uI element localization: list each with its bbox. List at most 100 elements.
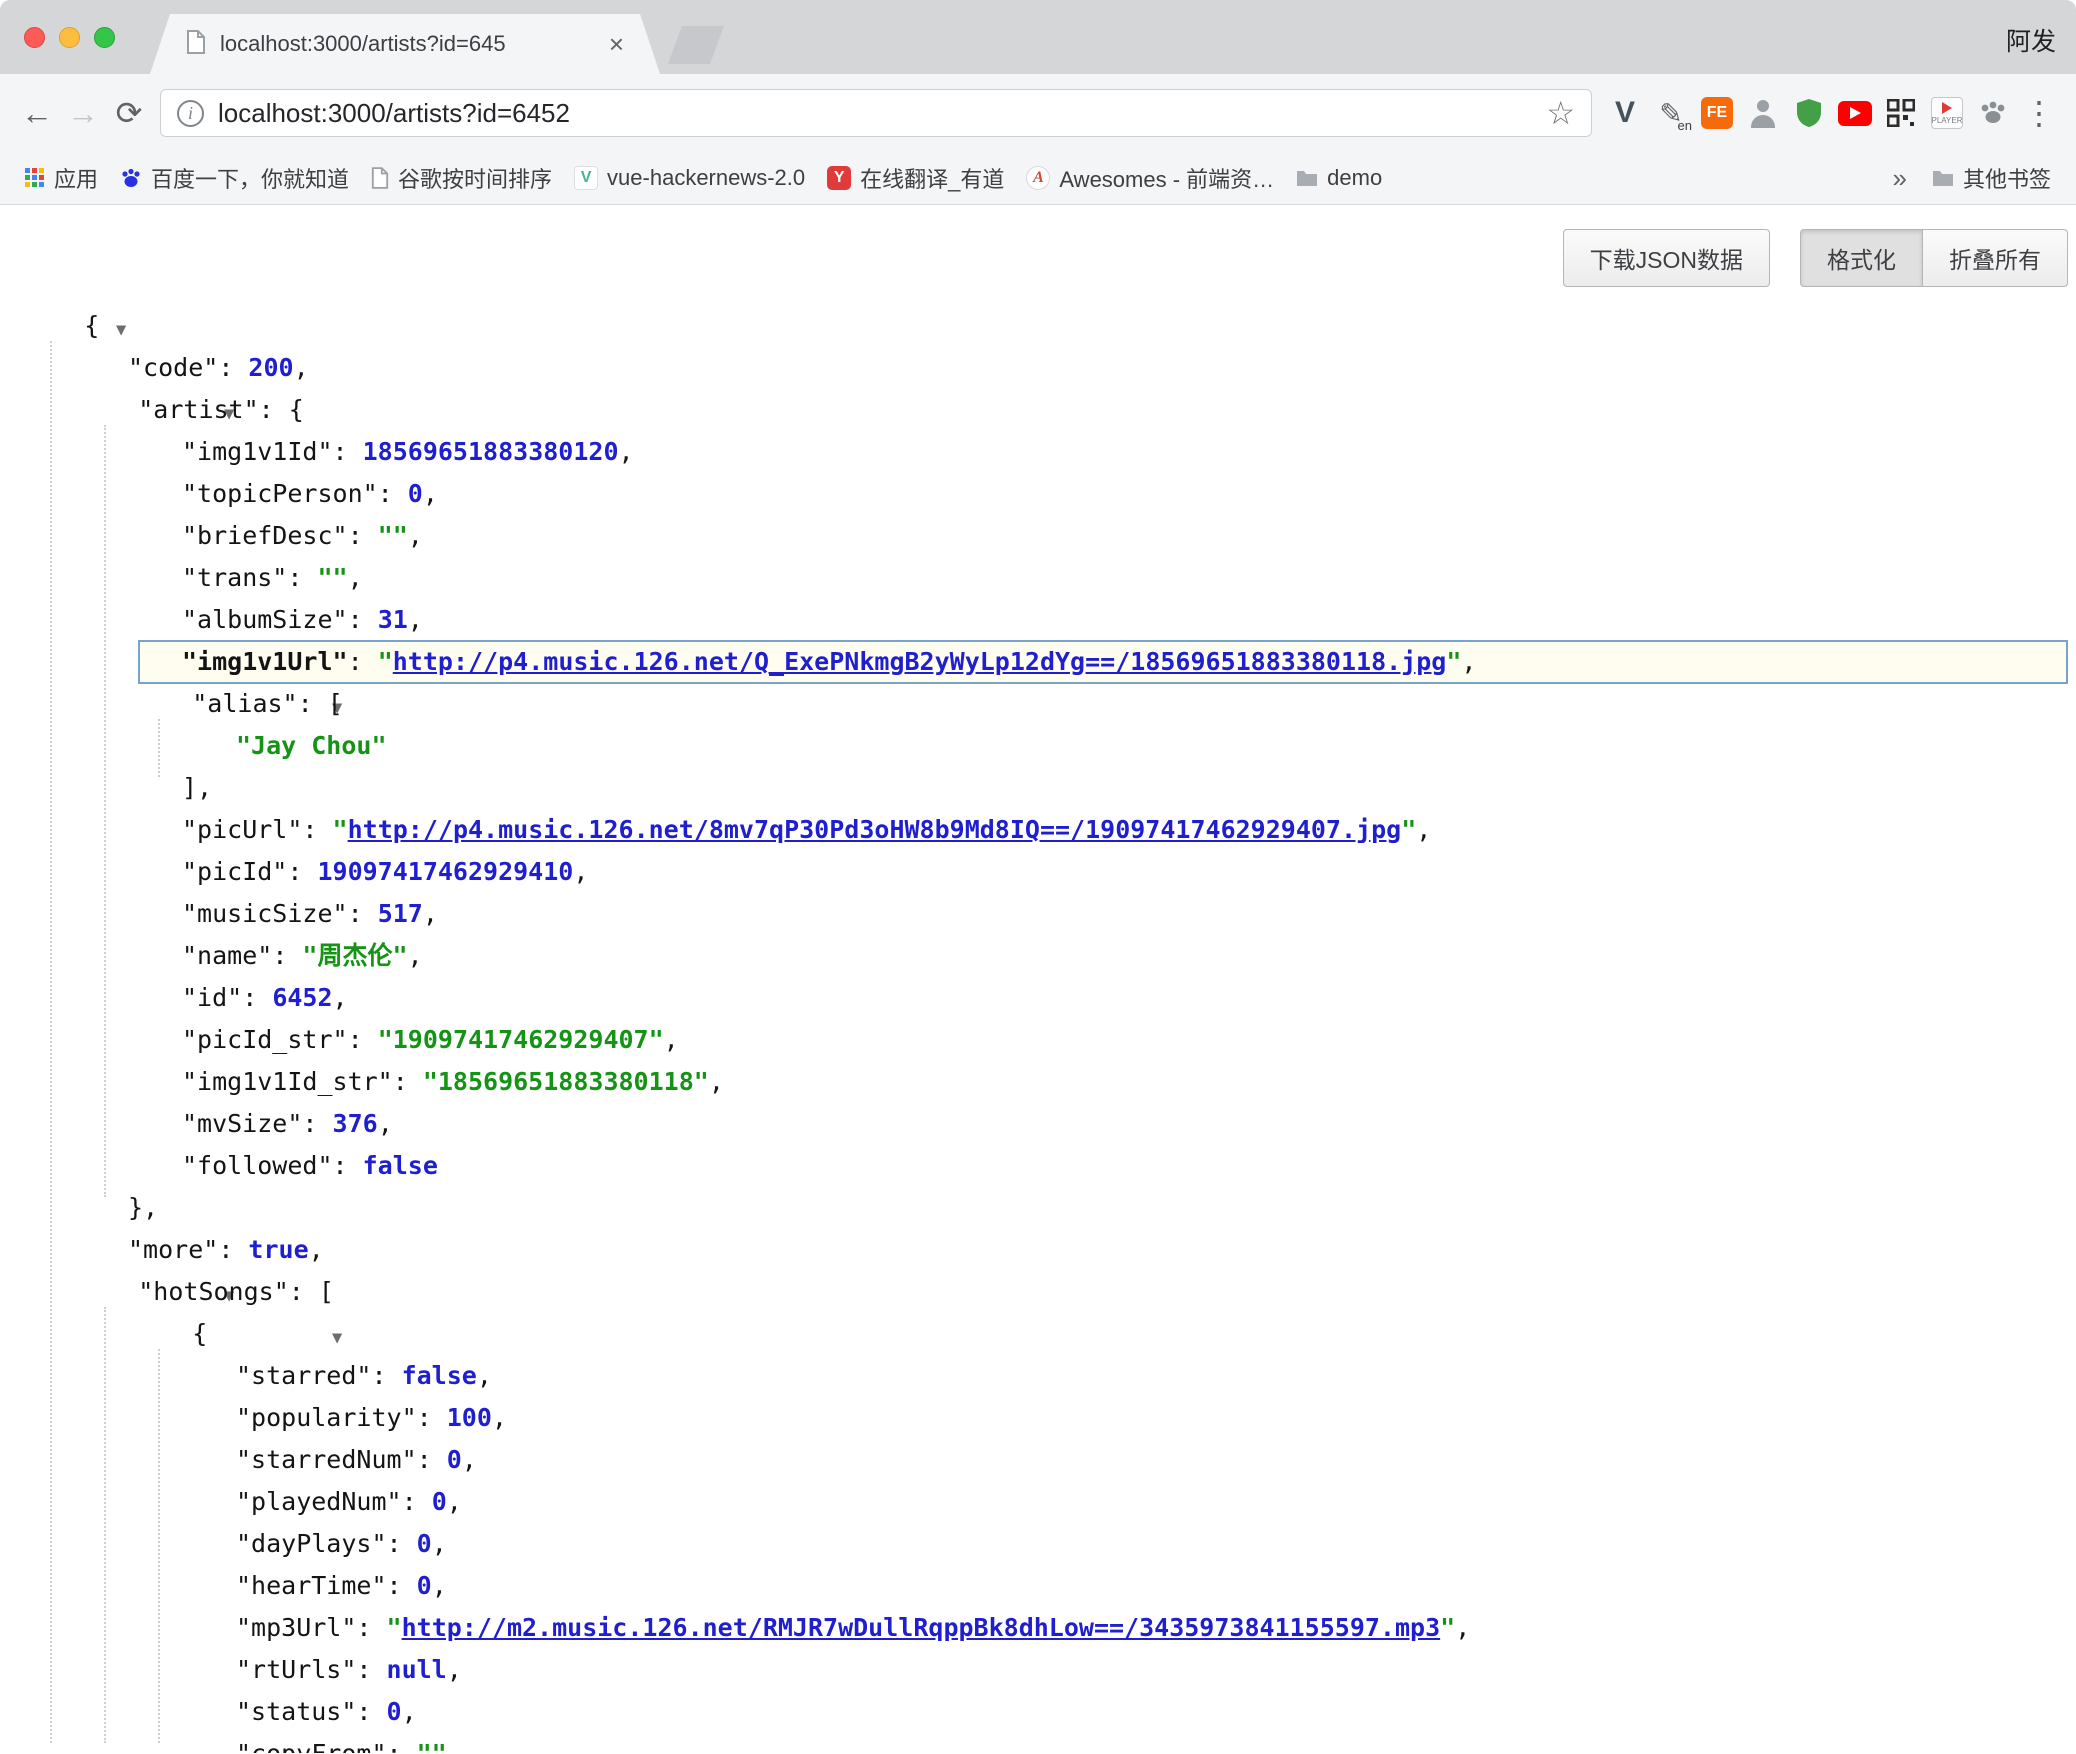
awesomes-icon: A [1026, 166, 1050, 190]
qrcode-icon[interactable] [1878, 89, 1924, 137]
browser-tab[interactable]: localhost:3000/artists?id=645 × [150, 14, 660, 74]
json-punct: : [218, 1235, 248, 1264]
json-punct: , [333, 983, 348, 1012]
json-punct: [ [328, 689, 343, 718]
json-key: "musicSize" [182, 899, 348, 928]
json-key: "picId" [182, 857, 287, 886]
json-punct: : [348, 1025, 378, 1054]
site-info-icon[interactable]: i [177, 100, 204, 127]
json-link-value[interactable]: http://p4.music.126.net/Q_ExePNkmgB2yWyL… [393, 647, 1447, 676]
json-link-value[interactable]: http://p4.music.126.net/8mv7qP30Pd3oHW8b… [348, 815, 1402, 844]
json-punct: : [287, 563, 317, 592]
json-line: "popularity": 100, [0, 1397, 2076, 1439]
profile-icon[interactable] [1740, 89, 1786, 137]
json-number: 31 [378, 605, 408, 634]
bookmark-demo-folder[interactable]: demo [1285, 160, 1393, 196]
fehelper-icon[interactable]: FE [1694, 89, 1740, 137]
json-line: "hearTime": 0, [0, 1565, 2076, 1607]
fullscreen-window-button[interactable] [94, 27, 115, 48]
json-punct: : [333, 437, 363, 466]
bookmark-baidu[interactable]: 百度一下，你就知道 [109, 157, 360, 199]
json-line: "starred": false, [0, 1355, 2076, 1397]
json-punct: : [393, 1067, 423, 1096]
json-punct: { [84, 311, 99, 340]
json-punct: , [492, 1403, 507, 1432]
json-key: "img1v1Id" [182, 437, 333, 466]
close-window-button[interactable] [24, 27, 45, 48]
fehelper-icon-label: FE [1701, 97, 1733, 129]
youtube-icon[interactable] [1832, 89, 1878, 137]
json-literal: false [402, 1361, 477, 1390]
reload-button[interactable]: ⟳ [106, 90, 152, 136]
json-punct: , [447, 1487, 462, 1516]
navigation-bar: ← → ⟳ i localhost:3000/artists?id=6452 ☆… [0, 74, 2076, 152]
apps-grid-icon [25, 168, 45, 188]
json-link-value[interactable]: http://m2.music.126.net/RMJR7wDullRqppBk… [402, 1613, 1441, 1642]
paw-icon[interactable] [1970, 89, 2016, 137]
folder-icon [1932, 169, 1954, 187]
json-punct: , [378, 1109, 393, 1138]
bookmark-apps[interactable]: 应用 [14, 157, 109, 199]
tab-close-icon[interactable]: × [609, 31, 624, 57]
json-key: "img1v1Id_str" [182, 1067, 393, 1096]
bookmark-awesomes[interactable]: A Awesomes - 前端资… [1015, 157, 1285, 199]
json-string: "" [317, 563, 347, 592]
back-button[interactable]: ← [14, 90, 60, 136]
json-number: 376 [333, 1109, 378, 1138]
profile-name[interactable]: 阿发 [2006, 22, 2056, 58]
bookmarks-overflow-chevron[interactable]: » [1879, 163, 1921, 194]
json-punct: : [356, 1655, 386, 1684]
player-icon[interactable]: PLAYER [1924, 89, 1970, 137]
minimize-window-button[interactable] [59, 27, 80, 48]
json-punct: , [432, 1529, 447, 1558]
tab-favicon-page-icon [186, 30, 206, 59]
json-number: 6452 [272, 983, 332, 1012]
json-viewer-toolbar: 下载JSON数据 格式化 折叠所有 [1563, 229, 2068, 287]
json-number: 0 [387, 1697, 402, 1726]
collapse-all-button[interactable]: 折叠所有 [1923, 229, 2068, 287]
other-bookmarks-folder[interactable]: 其他书签 [1921, 157, 2062, 199]
json-punct: [ [319, 1277, 334, 1306]
json-number: 18569651883380120 [363, 437, 619, 466]
bookmark-youdao-translate[interactable]: Y 在线翻译_有道 [816, 157, 1015, 199]
json-key: "starredNum" [236, 1445, 417, 1474]
format-button[interactable]: 格式化 [1800, 229, 1923, 287]
bookmark-google-sort[interactable]: 谷歌按时间排序 [360, 157, 563, 199]
menu-icon[interactable]: ⋮ [2016, 89, 2062, 137]
bookmark-label: 在线翻译_有道 [860, 162, 1004, 194]
vimium-icon[interactable]: V [1602, 89, 1648, 137]
translate-pen-icon[interactable]: ✎ en [1648, 89, 1694, 137]
json-punct: , [709, 1067, 724, 1096]
json-line: "picId": 19097417462929410, [0, 851, 2076, 893]
json-number: 200 [248, 353, 293, 382]
url-text[interactable]: localhost:3000/artists?id=6452 [218, 98, 1538, 129]
json-punct: , [402, 1697, 417, 1726]
json-number: 0 [417, 1571, 432, 1600]
json-punct: : [387, 1529, 417, 1558]
tab-title: localhost:3000/artists?id=645 [220, 31, 595, 57]
json-line: "starredNum": 0, [0, 1439, 2076, 1481]
json-key: "more" [128, 1235, 218, 1264]
json-key: "mp3Url" [236, 1613, 356, 1642]
window-controls [24, 27, 115, 48]
json-line: "rtUrls": null, [0, 1649, 2076, 1691]
new-tab-button[interactable] [668, 26, 724, 64]
json-key: "code" [128, 353, 218, 382]
json-string: " [1440, 1613, 1455, 1642]
address-bar[interactable]: i localhost:3000/artists?id=6452 ☆ [160, 89, 1592, 137]
json-number: 0 [447, 1445, 462, 1474]
json-punct: { [192, 1319, 207, 1348]
json-line: "mp3Url": "http://m2.music.126.net/RMJR7… [0, 1607, 2076, 1649]
json-line: "status": 0, [0, 1691, 2076, 1733]
download-json-button[interactable]: 下载JSON数据 [1563, 229, 1770, 287]
forward-button: → [60, 90, 106, 136]
json-punct: : [348, 899, 378, 928]
bookmark-star-icon[interactable]: ☆ [1546, 94, 1575, 132]
collapse-toggle-icon[interactable]: ▼ [116, 320, 126, 340]
collapse-toggle-icon[interactable]: ▼ [332, 1328, 342, 1348]
json-punct: : [378, 479, 408, 508]
json-literal: false [363, 1151, 438, 1180]
shield-icon[interactable] [1786, 89, 1832, 137]
bookmark-vue-hackernews[interactable]: V vue-hackernews-2.0 [563, 160, 816, 196]
json-string: " [1401, 815, 1416, 844]
